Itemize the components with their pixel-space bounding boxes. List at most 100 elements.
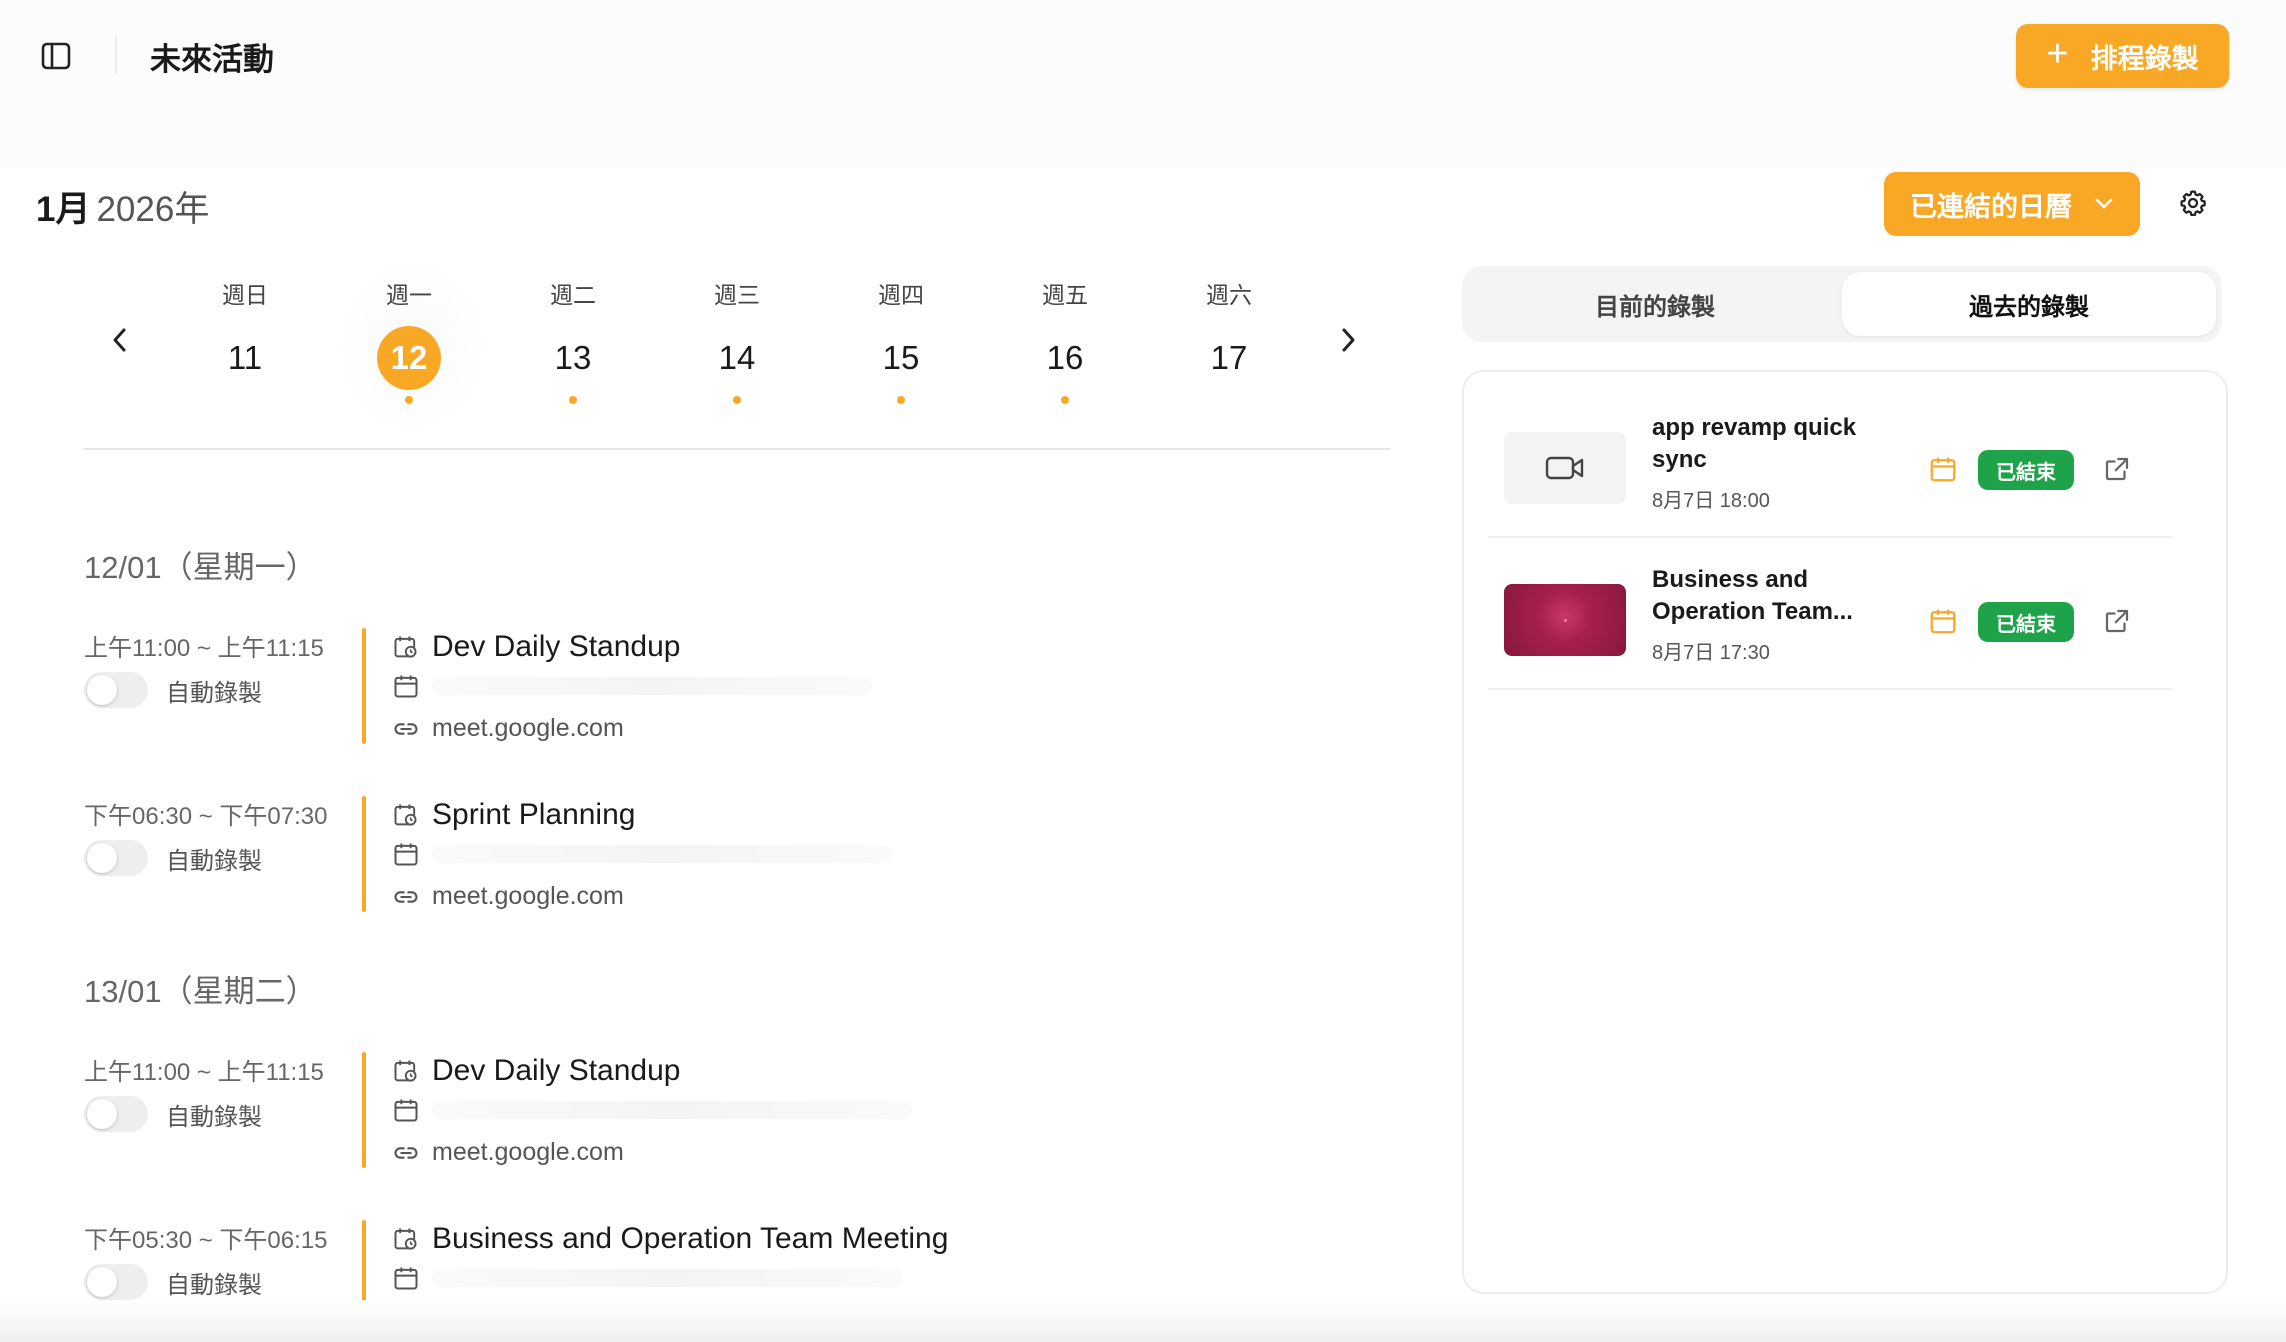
event-item[interactable]: 下午06:30 ~ 下午07:30 自動錄製 Sprint Planning m… bbox=[84, 796, 1390, 936]
page-title: 未來活動 bbox=[150, 42, 274, 77]
day-of-week: 週日 bbox=[222, 282, 268, 308]
day-number: 13 bbox=[554, 339, 592, 376]
day-heading: 13/01（星期二） bbox=[84, 974, 317, 1009]
auto-record-label: 自動錄製 bbox=[166, 1271, 262, 1299]
event-accent-bar bbox=[362, 1220, 366, 1300]
external-link-icon[interactable] bbox=[2102, 454, 2132, 484]
link-icon bbox=[394, 722, 418, 735]
tab-past-recordings[interactable]: 過去的錄製 bbox=[1842, 272, 2216, 336]
day-of-week: 週六 bbox=[1206, 282, 1252, 308]
day-of-week: 週四 bbox=[878, 282, 924, 308]
recording-item[interactable]: Business and Operation Team... 8月7日 17:3… bbox=[1488, 540, 2174, 690]
link-icon bbox=[394, 1146, 418, 1159]
meeting-link[interactable]: meet.google.com bbox=[432, 714, 624, 743]
auto-record: 自動錄製 bbox=[84, 1096, 262, 1132]
day-number: 16 bbox=[1046, 339, 1084, 376]
event-accent-bar bbox=[362, 1052, 366, 1168]
connected-calendar-label: 已連結的日曆 bbox=[1910, 191, 2072, 222]
top-bar: 未來活動 + 排程錄製 bbox=[0, 0, 2286, 168]
event-dot bbox=[569, 396, 577, 404]
auto-record-toggle[interactable] bbox=[84, 840, 148, 876]
day-of-week: 週一 bbox=[386, 282, 432, 308]
recording-date: 8月7日 17:30 bbox=[1652, 642, 1770, 664]
connected-calendar-button[interactable]: 已連結的日曆 bbox=[1884, 172, 2140, 236]
day-number-selected: 12 bbox=[377, 326, 441, 390]
calendar-clock-icon bbox=[394, 1060, 417, 1082]
thumbnail-spark bbox=[1563, 618, 1567, 622]
day-number: 11 bbox=[227, 339, 263, 376]
calendar-icon[interactable] bbox=[1928, 454, 1958, 484]
event-item[interactable]: 上午11:00 ~ 上午11:15 自動錄製 Dev Daily Standup… bbox=[84, 1052, 1390, 1192]
auto-record-toggle[interactable] bbox=[84, 1096, 148, 1132]
recording-tabs: 目前的錄製 過去的錄製 bbox=[1462, 266, 2222, 342]
event-time: 下午06:30 ~ 下午07:30 bbox=[84, 803, 328, 830]
auto-record: 自動錄製 bbox=[84, 1264, 262, 1300]
event-time: 下午05:30 ~ 下午06:15 bbox=[84, 1227, 328, 1254]
day-friday[interactable]: 週五 16 bbox=[1010, 280, 1120, 404]
recording-title: app revamp quick sync bbox=[1652, 414, 1857, 473]
event-dot bbox=[1061, 396, 1069, 404]
day-number: 15 bbox=[882, 339, 920, 376]
auto-record-label: 自動錄製 bbox=[166, 679, 262, 707]
event-accent-bar bbox=[362, 628, 366, 744]
day-number: 17 bbox=[1210, 339, 1248, 376]
event-item[interactable]: 下午05:30 ~ 下午06:15 自動錄製 Business and Oper… bbox=[84, 1220, 1390, 1300]
camera-icon bbox=[1545, 456, 1584, 480]
day-wednesday[interactable]: 週三 14 bbox=[682, 280, 792, 404]
calendar-icon bbox=[394, 675, 418, 698]
day-saturday[interactable]: 週六 17 bbox=[1174, 280, 1284, 390]
schedule-recording-button[interactable]: + 排程錄製 bbox=[2016, 24, 2229, 88]
month-heading: 1月 2026年 bbox=[36, 181, 209, 232]
day-of-week: 週三 bbox=[714, 282, 760, 308]
recordings-panel: app revamp quick sync 8月7日 18:00 已結束 Bus… bbox=[1462, 370, 2228, 1294]
month-label: 1月 bbox=[36, 190, 91, 229]
event-dot bbox=[733, 396, 741, 404]
loading-placeholder bbox=[432, 1101, 912, 1119]
calendar-clock-icon bbox=[394, 804, 417, 826]
auto-record-label: 自動錄製 bbox=[166, 847, 262, 875]
settings-gear-icon[interactable] bbox=[2176, 186, 2210, 220]
loading-placeholder bbox=[432, 1269, 902, 1287]
day-number: 14 bbox=[718, 339, 756, 376]
external-link-icon[interactable] bbox=[2102, 606, 2132, 636]
recording-thumbnail bbox=[1504, 432, 1626, 504]
auto-record-toggle[interactable] bbox=[84, 1264, 148, 1300]
sidebar-toggle-icon[interactable] bbox=[38, 38, 74, 74]
auto-record-toggle[interactable] bbox=[84, 672, 148, 708]
recording-video-thumbnail bbox=[1504, 584, 1626, 656]
event-item[interactable]: 上午11:00 ~ 上午11:15 自動錄製 Dev Daily Standup… bbox=[84, 628, 1390, 768]
day-of-week: 週二 bbox=[550, 282, 596, 308]
event-title: Sprint Planning bbox=[432, 798, 636, 831]
week-strip: 週日 11 週一 12 週二 13 週三 14 週四 15 週五 16 週六 1… bbox=[84, 256, 1390, 436]
event-title: Dev Daily Standup bbox=[432, 1054, 681, 1087]
recording-item[interactable]: app revamp quick sync 8月7日 18:00 已結束 bbox=[1488, 388, 2174, 538]
bottom-fade bbox=[0, 1300, 2286, 1342]
event-title: Business and Operation Team Meeting bbox=[432, 1222, 949, 1255]
tab-current-recordings[interactable]: 目前的錄製 bbox=[1468, 272, 1842, 336]
link-icon bbox=[394, 890, 418, 903]
status-badge: 已結束 bbox=[1978, 450, 2074, 490]
day-heading: 12/01（星期一） bbox=[84, 550, 317, 585]
meeting-link[interactable]: meet.google.com bbox=[432, 882, 624, 911]
auto-record: 自動錄製 bbox=[84, 672, 262, 708]
day-tuesday[interactable]: 週二 13 bbox=[518, 280, 628, 404]
day-sunday[interactable]: 週日 11 bbox=[190, 280, 300, 390]
event-time: 上午11:00 ~ 上午11:15 bbox=[84, 635, 324, 662]
next-week-chevron-right-icon[interactable] bbox=[1330, 320, 1366, 360]
day-monday[interactable]: 週一 12 bbox=[354, 280, 464, 404]
status-badge: 已結束 bbox=[1978, 602, 2074, 642]
event-list: 12/01（星期一） 上午11:00 ~ 上午11:15 自動錄製 Dev Da… bbox=[84, 520, 1390, 1300]
day-of-week: 週五 bbox=[1042, 282, 1088, 308]
calendar-icon[interactable] bbox=[1928, 606, 1958, 636]
calendar-clock-icon bbox=[394, 1228, 417, 1250]
prev-week-chevron-left-icon[interactable] bbox=[102, 320, 138, 360]
calendar-icon bbox=[394, 843, 418, 866]
year-label: 2026年 bbox=[96, 190, 210, 229]
row-divider bbox=[1488, 536, 2174, 538]
recording-title: Business and Operation Team... bbox=[1652, 566, 1853, 625]
loading-placeholder bbox=[432, 677, 872, 695]
recording-date: 8月7日 18:00 bbox=[1652, 490, 1770, 512]
day-thursday[interactable]: 週四 15 bbox=[846, 280, 956, 404]
event-dot bbox=[897, 396, 905, 404]
meeting-link[interactable]: meet.google.com bbox=[432, 1138, 624, 1167]
